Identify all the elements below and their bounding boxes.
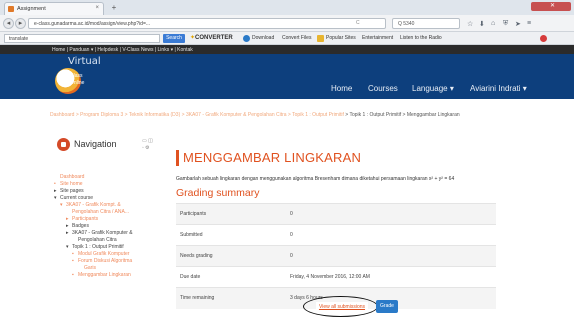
nav-item-label: Site pages — [60, 188, 84, 194]
nav-item[interactable]: ▸ Badges — [54, 223, 162, 230]
toolbar-link-download[interactable]: Download — [252, 35, 274, 41]
nav-item-label: Menggambar Lingkaran — [78, 272, 131, 278]
new-tab-button[interactable]: + — [108, 3, 120, 13]
site-top-links[interactable]: Home | Panduan ▾ | Helpdesk | V-Class Ne… — [0, 45, 574, 54]
summary-key: Participants — [176, 203, 286, 225]
nav-item-label: Dashboard — [60, 174, 85, 180]
moodle-favicon-icon — [8, 6, 14, 12]
toolbar-link-entertainment[interactable]: Entertainment — [362, 35, 393, 41]
forward-icon[interactable]: ▸ — [15, 18, 26, 29]
summary-value: 0 — [286, 224, 496, 246]
browser-tab[interactable]: Assignment × — [4, 2, 104, 15]
nav-item[interactable]: ▪ Menggambar Lingkaran — [54, 272, 162, 279]
url-input[interactable]: e-class.gunadarma.ac.id/mod/assign/view.… — [28, 18, 386, 29]
nav-item[interactable]: ▪ Modul Grafik Komputer — [54, 251, 162, 258]
navigation-title: Navigation — [74, 139, 117, 149]
page-title: MENGGAMBAR LINGKARAN — [183, 150, 362, 165]
nav-user-menu[interactable]: Aviarini Indrati ▾ — [470, 84, 527, 93]
popular-sites-icon — [317, 35, 324, 42]
browser-search-input[interactable]: Q 5340 — [392, 18, 460, 29]
toolbar-link-convert[interactable]: Convert Files — [282, 35, 311, 41]
breadcrumb-current: > Topik 1 : Output Primitif > Menggambar… — [345, 112, 460, 118]
nav-item[interactable]: ▸ Site pages — [54, 188, 162, 195]
browser-nav-bar: ◂ ▸ e-class.gunadarma.ac.id/mod/assign/v… — [0, 15, 574, 32]
table-row: Submitted 0 — [176, 224, 496, 246]
nav-item[interactable]: ▸ 3KA07 - Grafik Komputer & — [54, 230, 162, 237]
table-row: Needs grading 0 — [176, 245, 496, 267]
breadcrumb-path[interactable]: Dashboard > Program Diploma 3 > Teknik I… — [50, 112, 344, 118]
reload-icon[interactable]: C — [356, 20, 360, 26]
summary-key: Needs grading — [176, 245, 286, 267]
bookmark-star-icon[interactable]: ☆ — [467, 20, 473, 28]
nav-item-label: 3KA07 - Grafik Komputer & — [72, 230, 133, 236]
nav-item-label: Current course — [60, 195, 94, 201]
nav-item-label: Pengolahan Citra — [78, 237, 117, 243]
assignment-description: Gambarlah sebuah lingkaran dengan menggu… — [176, 176, 455, 182]
browser-tab-bar: Assignment × + ✕ — [0, 0, 574, 15]
nav-item-label: Participants — [72, 216, 99, 222]
site-header: Virtual Class Online Home Courses Langua… — [0, 54, 574, 99]
nav-item-label: Forum Diskusi Algoritma — [78, 258, 133, 264]
addon-toolbar: translate Search ✦CONVERTER Download Con… — [0, 32, 574, 45]
addon-icon[interactable] — [540, 35, 547, 42]
nav-item[interactable]: ▾ 3KA07 - Grafik Kompt. & — [54, 202, 162, 209]
nav-item[interactable]: ▸ Participants — [54, 216, 162, 223]
nav-item-label: Garis — [84, 265, 96, 271]
nav-item-label: Topik 1 : Output Primitif — [72, 244, 124, 250]
nav-courses[interactable]: Courses — [368, 84, 398, 93]
back-icon[interactable]: ◂ — [3, 18, 14, 29]
tab-title: Assignment — [17, 6, 46, 12]
nav-item[interactable]: ▾ Topik 1 : Output Primitif — [54, 244, 162, 251]
nav-item[interactable]: ▪ Forum Diskusi Algoritma — [54, 258, 162, 265]
converter-logo: ✦CONVERTER — [190, 35, 233, 41]
nav-item[interactable]: Dashboard — [54, 174, 162, 181]
home-icon[interactable]: ⌂ — [491, 20, 495, 27]
grade-button[interactable]: Grade — [376, 300, 398, 313]
summary-value: Friday, 4 November 2016, 12:00 AM — [286, 266, 496, 288]
send-icon[interactable]: ➤ — [515, 20, 521, 28]
shield-icon[interactable]: ⛨ — [503, 20, 508, 28]
toolbar-search-input[interactable]: translate — [4, 34, 160, 43]
toolbar-link-radio[interactable]: Listen to the Radio — [400, 35, 442, 41]
navigation-block: Navigation ▭ ◫ ◦ ⚙ Dashboard • Site home ▸ Si… — [50, 134, 162, 320]
download-circle-icon — [243, 35, 250, 42]
navigation-icon — [57, 138, 70, 151]
close-tab-icon[interactable]: × — [95, 5, 99, 11]
nav-item-label: Badges — [72, 223, 89, 229]
summary-value: 0 — [286, 203, 496, 225]
summary-key: Due date — [176, 266, 286, 288]
nav-item[interactable]: Garis — [54, 265, 162, 272]
nav-item[interactable]: Pengolahan Citra — [54, 237, 162, 244]
title-accent-bar — [176, 150, 179, 166]
download-icon[interactable]: ⬇ — [479, 20, 485, 28]
site-logo-text: Virtual — [68, 56, 101, 67]
grading-summary-table: Participants 0 Submitted 0 Needs grading 0 Due… — [176, 203, 496, 309]
nav-item-label: Site home — [60, 181, 83, 187]
toolbar-link-popular[interactable]: Popular Sites — [326, 35, 356, 41]
nav-item-label: Modul Grafik Komputer — [78, 251, 130, 257]
navigation-tree: Dashboard • Site home ▸ Site pages ▾ Current c… — [54, 174, 162, 279]
nav-item[interactable]: • Site home — [54, 181, 162, 188]
view-all-submissions-link[interactable]: View all submissions — [316, 302, 368, 312]
nav-language[interactable]: Language ▾ — [412, 84, 454, 93]
nav-item-label: Pengolahan Citra / ANA... — [72, 209, 129, 215]
nav-item[interactable]: ▾ Current course — [54, 195, 162, 202]
nav-home[interactable]: Home — [331, 84, 352, 93]
logo-sub-class: Class — [70, 73, 83, 79]
summary-value: 0 — [286, 245, 496, 267]
grading-summary-heading: Grading summary — [176, 187, 260, 199]
logo-sub-online: Online — [70, 80, 85, 86]
nav-item-label: 3KA07 - Grafik Kompt. & — [66, 202, 121, 208]
summary-key: Time remaining — [176, 287, 286, 309]
toolbar-search-button[interactable]: Search — [163, 34, 185, 43]
table-row: Participants 0 — [176, 203, 496, 225]
menu-icon[interactable]: ≡ — [527, 20, 531, 27]
summary-key: Submitted — [176, 224, 286, 246]
nav-item[interactable]: Pengolahan Citra / ANA... — [54, 209, 162, 216]
table-row: Due date Friday, 4 November 2016, 12:00 A… — [176, 266, 496, 288]
block-controls-icon[interactable]: ▭ ◫ ◦ ⚙ — [142, 138, 153, 152]
window-close-icon[interactable]: ✕ — [531, 2, 571, 11]
breadcrumb[interactable]: Dashboard > Program Diploma 3 > Teknik I… — [50, 112, 520, 118]
